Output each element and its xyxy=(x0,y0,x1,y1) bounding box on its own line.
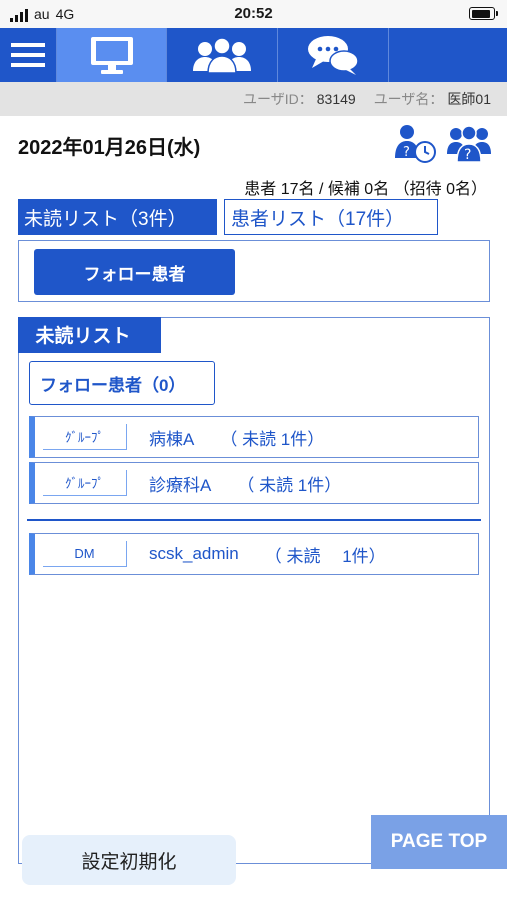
monitor-icon xyxy=(90,37,133,74)
status-time: 20:52 xyxy=(234,5,273,22)
row-name: scsk_admin xyxy=(149,544,239,563)
row-unread-count: （ 未読 1件） xyxy=(220,429,325,449)
row-name: 病棟A xyxy=(149,429,195,449)
row-name: 診療科A xyxy=(149,475,212,495)
page-top-button[interactable]: PAGE TOP xyxy=(371,815,507,869)
list-item[interactable]: ｸﾞﾙｰﾌﾟ 診療科A （ 未読 1件） xyxy=(29,462,479,504)
follow-filter-panel: フォロー患者 xyxy=(18,240,490,302)
user-name-value: 医師01 xyxy=(447,91,491,107)
list-item[interactable]: ｸﾞﾙｰﾌﾟ 病棟A （ 未読 1件） xyxy=(29,416,479,458)
menu-icon xyxy=(11,43,45,67)
pending-patient-icon[interactable]: ? xyxy=(393,124,437,164)
divider xyxy=(27,519,481,521)
row-unread-count: （ 未読 1件） xyxy=(237,475,342,495)
row-tag: ｸﾞﾙｰﾌﾟ xyxy=(43,470,127,496)
current-date: 2022年01月26日(水) xyxy=(18,137,201,159)
reset-settings-button[interactable]: 設定初期化 xyxy=(22,835,236,885)
battery-icon xyxy=(469,7,498,20)
user-id-value: 83149 xyxy=(316,91,356,107)
nav-dashboard[interactable] xyxy=(57,28,167,82)
panel-title: 未読リスト xyxy=(17,316,161,353)
list-item[interactable]: DM scsk_admin （ 未読 1件） xyxy=(29,533,479,575)
user-id-label: ユーザID： xyxy=(243,91,313,107)
row-unread-count: （ 未読 1件） xyxy=(264,546,386,566)
unread-list-panel: 未読リスト フォロー患者（0） ｸﾞﾙｰﾌﾟ 病棟A （ 未読 1件） ｸﾞﾙｰ… xyxy=(17,316,490,864)
nav-chat[interactable] xyxy=(278,28,389,82)
row-tag: DM xyxy=(43,541,127,567)
follow-count-button[interactable]: フォロー患者（0） xyxy=(29,361,215,405)
top-nav xyxy=(0,28,507,82)
chat-bubbles-icon xyxy=(308,36,359,75)
user-name-label: ユーザ名： xyxy=(373,91,444,107)
patient-counts: 患者 17名 / 候補 0名 （招待 0名） xyxy=(244,181,487,198)
group-question-icon[interactable]: ? xyxy=(447,124,491,164)
nav-patients[interactable] xyxy=(167,28,278,82)
nav-blank xyxy=(389,28,507,82)
tab-patient-list[interactable]: 患者リスト（17件） xyxy=(224,199,438,235)
svg-text:?: ? xyxy=(403,145,410,160)
row-tag: ｸﾞﾙｰﾌﾟ xyxy=(43,424,127,450)
tab-unread-list[interactable]: 未読リスト（3件） xyxy=(18,199,217,235)
user-info-bar: ユーザID： 83149 ユーザ名： 医師01 xyxy=(0,82,507,116)
status-bar: au 4G 20:52 xyxy=(0,0,507,28)
follow-patients-button[interactable]: フォロー患者 xyxy=(34,249,235,295)
svg-text:?: ? xyxy=(464,147,471,163)
header-icons: ? ? xyxy=(393,124,491,164)
menu-button[interactable] xyxy=(0,28,57,82)
patients-group-icon xyxy=(193,37,251,73)
